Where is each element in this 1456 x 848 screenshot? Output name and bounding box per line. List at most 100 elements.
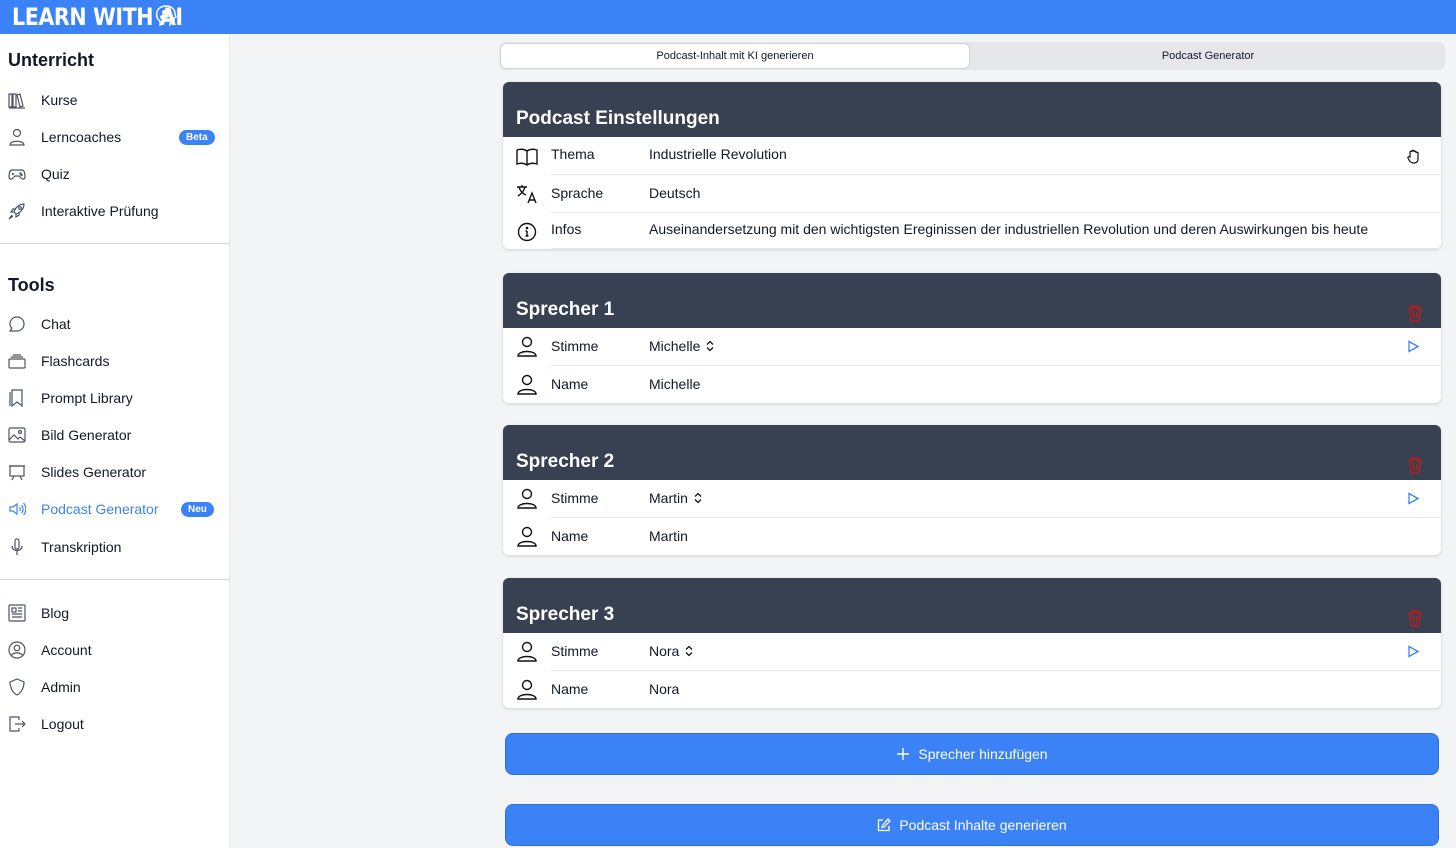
top-bar: LEARN WITH AI [0,0,1456,34]
card-title: Podcast Einstellungen [516,108,720,129]
sidebar-item-admin[interactable]: Admin [0,672,229,702]
voice-select[interactable]: Michelle [649,338,715,354]
voice-select-value: Michelle [649,338,701,354]
person-icon [517,488,537,509]
beta-badge: Beta [179,130,215,145]
speaker-row-name: Name Martin [503,518,1441,555]
sidebar-item-chat[interactable]: Chat [0,309,229,339]
sidebar-item-account[interactable]: Account [0,635,229,665]
sidebar-item-label: Flashcards [41,353,110,369]
trash-icon[interactable] [1407,456,1423,474]
section-title-tools: Tools [8,275,55,295]
trash-icon[interactable] [1407,609,1423,627]
sidebar-item-lerncoaches[interactable]: Lerncoaches Beta [0,122,229,152]
sidebar-item-prompt-library[interactable]: Prompt Library [0,383,229,413]
user-circle-icon [8,641,26,659]
sidebar-item-label: Logout [41,716,84,732]
bookmark-icon [9,389,23,407]
sidebar-item-interaktive-pruefung[interactable]: Interaktive Prüfung [0,196,229,226]
row-label: Thema [551,146,595,162]
sidebar-item-label: Prompt Library [41,390,133,406]
microphone-icon [11,538,23,555]
card-header: Sprecher 2 [503,425,1441,480]
add-speaker-label: Sprecher hinzufügen [918,746,1048,762]
row-label: Sprache [551,185,604,201]
chevron-up-down-icon [706,340,714,352]
sidebar-item-kurse[interactable]: Kurse [0,85,229,115]
chat-bubble-icon [8,316,25,332]
sidebar-item-label: Interaktive Prüfung [41,203,159,219]
sidebar-item-label: Account [41,642,92,658]
row-divider [551,248,1441,249]
sidebar-item-label: Chat [41,316,71,332]
row-label: Name [551,528,589,544]
sidebar-item-label: Kurse [41,92,78,108]
row-label: Name [551,376,589,392]
person-icon [9,128,25,146]
infos-value[interactable]: Auseinandersetzung mit den wichtigsten E… [649,221,1368,237]
speaker-name-input[interactable]: Michelle [649,376,700,392]
speaker-title: Sprecher 2 [516,451,615,472]
row-label: Stimme [551,643,599,659]
add-speaker-button[interactable]: Sprecher hinzufügen [505,733,1439,775]
speaker-row-name: Name Nora [503,671,1441,708]
edit-square-icon [878,818,892,832]
sidebar-item-quiz[interactable]: Quiz [0,159,229,189]
tab-podcast-generator[interactable]: Podcast Generator [973,44,1443,68]
speaker-wave-icon [9,502,26,516]
image-icon [8,427,26,443]
voice-select-value: Martin [649,490,688,506]
voice-select[interactable]: Nora [649,643,694,659]
speaker-title: Sprecher 3 [516,604,615,625]
person-icon [517,641,537,662]
speaker-title: Sprecher 1 [516,299,615,320]
thema-value[interactable]: Industrielle Revolution [649,146,787,162]
sidebar-item-logout[interactable]: Logout [0,709,229,739]
person-icon [517,374,537,395]
trash-icon[interactable] [1407,304,1423,322]
speaker-row-stimme: Stimme Nora [503,633,1441,671]
row-label: Stimme [551,338,599,354]
play-icon[interactable] [1407,492,1419,505]
row-label: Infos [551,221,582,237]
sidebar-item-label: Bild Generator [41,427,132,443]
play-icon[interactable] [1407,645,1419,658]
speaker-name-input[interactable]: Martin [649,528,688,544]
voice-select[interactable]: Martin [649,490,703,506]
info-circle-icon [517,222,537,242]
sidebar: Unterricht Kurse Lerncoaches Beta Quiz I… [0,34,230,848]
hand-pointer-icon[interactable] [1407,149,1421,164]
shield-icon [9,678,25,696]
settings-row-infos: Infos Auseinandersetzung mit den wichtig… [503,213,1441,249]
speaker-row-stimme: Stimme Martin [503,480,1441,518]
podcast-settings-card: Podcast Einstellungen Thema Industrielle… [503,82,1441,249]
sidebar-item-transkription[interactable]: Transkription [0,532,229,562]
speaker-card: Sprecher 3 Stimme Nora Name Nora [503,578,1441,708]
row-label: Name [551,681,589,697]
row-label: Stimme [551,490,599,506]
sidebar-item-podcast-generator[interactable]: Podcast Generator Neu [0,494,229,524]
sidebar-item-label: Blog [41,605,70,621]
sidebar-item-bild-generator[interactable]: Bild Generator [0,420,229,450]
presentation-icon [9,465,25,481]
sprache-value[interactable]: Deutsch [649,185,700,201]
sidebar-item-slides-generator[interactable]: Slides Generator [0,457,229,487]
generate-podcast-button[interactable]: Podcast Inhalte generieren [505,804,1439,846]
speaker-name-input[interactable]: Nora [649,681,679,697]
voice-select-value: Nora [649,643,680,659]
person-icon [517,526,537,547]
card-header: Sprecher 1 [503,273,1441,328]
cards-stack-icon [8,354,26,369]
sidebar-item-label: Quiz [41,166,70,182]
play-icon[interactable] [1407,340,1419,353]
gamepad-icon [8,169,26,180]
speaker-row-name: Name Michelle [503,366,1441,403]
sidebar-item-label: Transkription [41,539,122,555]
person-icon [517,679,537,700]
sidebar-item-blog[interactable]: Blog [0,598,229,628]
person-icon [517,336,537,357]
speaker-row-stimme: Stimme Michelle [503,328,1441,366]
tab-podcast-inhalt[interactable]: Podcast-Inhalt mit KI generieren [501,44,969,68]
sidebar-item-flashcards[interactable]: Flashcards [0,346,229,376]
ai-head-logo-icon [155,5,177,26]
